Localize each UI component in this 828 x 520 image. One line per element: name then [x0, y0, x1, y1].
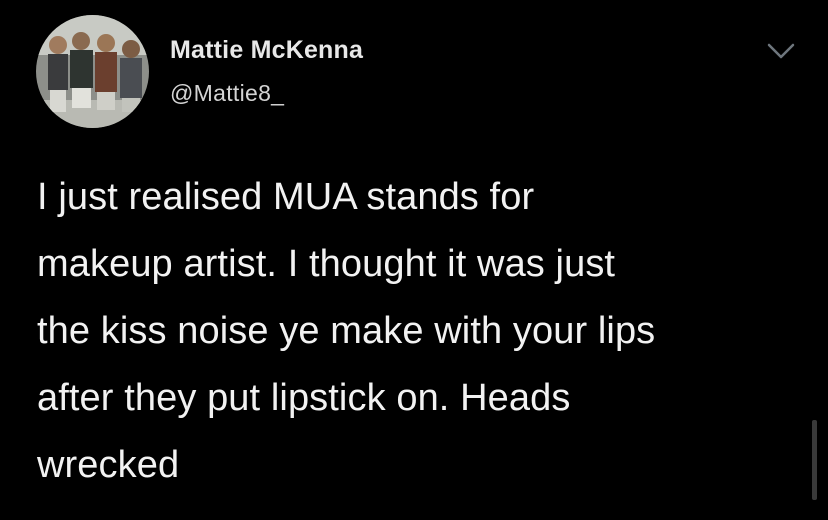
tweet-text-line: after they put lipstick on. Heads — [37, 377, 571, 419]
tweet-text-line: the kiss noise ye make with your lips — [37, 310, 656, 352]
tweet-text-line: makeup artist. I thought it was just — [37, 243, 616, 285]
author-name[interactable]: Mattie McKenna — [170, 36, 363, 65]
scrollbar[interactable] — [812, 420, 817, 500]
avatar-photo-icon — [36, 15, 149, 128]
tweet-card: Mattie McKenna @Mattie8_ I just realised… — [0, 0, 828, 520]
author-handle[interactable]: @Mattie8_ — [170, 80, 284, 107]
avatar[interactable] — [36, 15, 149, 128]
tweet-text-line: I just realised MUA stands for — [37, 176, 535, 218]
chevron-down-icon — [767, 43, 795, 59]
tweet-menu-button[interactable] — [764, 40, 798, 64]
tweet-text-line: wrecked — [37, 444, 180, 486]
tweet-text: I just realised MUA stands for makeup ar… — [37, 164, 807, 499]
